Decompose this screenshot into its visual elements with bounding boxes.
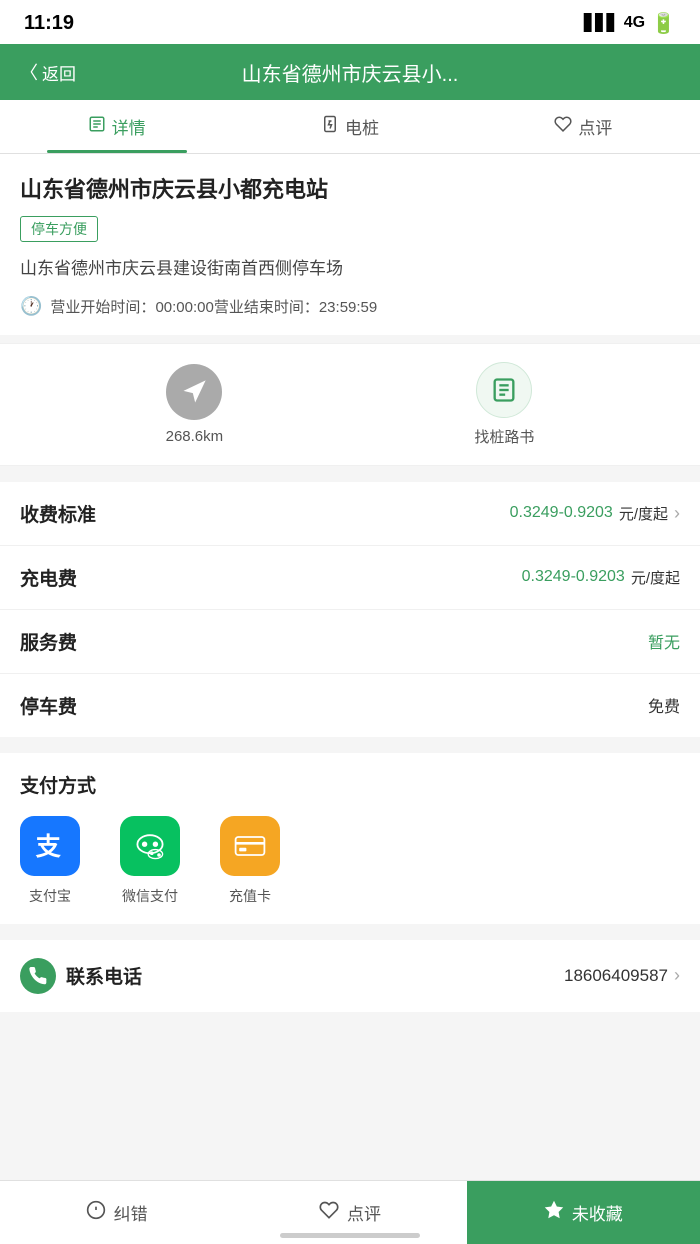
fee-charging-price: 0.3249-0.9203 [522, 568, 625, 586]
payment-wechat: 微信支付 [120, 816, 180, 906]
contact-chevron-icon: › [674, 965, 680, 986]
wechat-label: 微信支付 [122, 886, 178, 906]
station-tag: 停车方便 [20, 216, 98, 242]
back-chevron-icon: 〈 [20, 59, 38, 85]
back-label: 返回 [42, 60, 76, 85]
fee-parking-row: 停车费 免费 [0, 674, 700, 737]
nav-icon-wrap [166, 364, 222, 420]
distance-label: 268.6km [166, 428, 224, 445]
fee-standard-unit: 元/度起 [619, 503, 668, 524]
tab-review[interactable]: 点评 [467, 100, 700, 153]
navigation-button[interactable]: 268.6km [166, 364, 224, 445]
fee-standard-price: 0.3249-0.9203 [510, 504, 613, 522]
route-icon-wrap [476, 362, 532, 418]
network-label: 4G [624, 14, 645, 32]
payment-section: 支付方式 支 支付宝 微信支付 [0, 753, 700, 924]
status-bar: 11:19 ▋▋▋ 4G 🔋 [0, 0, 700, 44]
payment-title: 支付方式 [20, 771, 680, 798]
svg-text:支: 支 [36, 833, 62, 861]
fee-charging-row: 充电费 0.3249-0.9203 元/度起 [0, 546, 700, 610]
fee-charging-unit: 元/度起 [631, 567, 680, 588]
collect-label: 未收藏 [572, 1200, 623, 1225]
tab-detail-label: 详情 [112, 114, 146, 139]
collect-button[interactable]: 未收藏 [467, 1181, 700, 1244]
fee-service-row: 服务费 暂无 [0, 610, 700, 674]
payment-methods: 支 支付宝 微信支付 [20, 816, 680, 906]
tab-bar: 详情 电桩 点评 [0, 100, 700, 154]
action-row: 268.6km 找桩路书 [0, 343, 700, 466]
bottom-spacer [0, 1020, 700, 1100]
phone-icon [20, 958, 56, 994]
battery-icon: 🔋 [651, 11, 676, 36]
fee-parking-label: 停车费 [20, 692, 77, 719]
star-icon [544, 1200, 564, 1225]
fee-standard-row[interactable]: 收费标准 0.3249-0.9203 元/度起 › [0, 482, 700, 546]
card-label: 充值卡 [229, 886, 271, 906]
tab-charger-icon [321, 115, 339, 138]
hours-text: 营业开始时间：00:00:00营业结束时间：23:59:59 [50, 296, 377, 317]
route-book-button[interactable]: 找桩路书 [474, 362, 534, 447]
alipay-icon: 支 [20, 816, 80, 876]
fee-standard-label: 收费标准 [20, 500, 96, 527]
fee-section: 收费标准 0.3249-0.9203 元/度起 › 充电费 0.3249-0.9… [0, 482, 700, 737]
contact-left: 联系电话 [20, 958, 142, 994]
payment-alipay: 支 支付宝 [20, 816, 80, 906]
station-name: 山东省德州市庆云县小都充电站 [20, 172, 680, 204]
tab-review-label: 点评 [578, 114, 612, 139]
route-label: 找桩路书 [474, 426, 534, 447]
tab-review-icon [554, 115, 572, 138]
separator-2 [0, 745, 700, 753]
card-icon [220, 816, 280, 876]
phone-number: 18606409587 [564, 966, 668, 986]
contact-section[interactable]: 联系电话 18606409587 › [0, 940, 700, 1012]
home-indicator [280, 1233, 420, 1238]
tab-detail-icon [88, 115, 106, 138]
fee-standard-chevron-icon: › [674, 503, 680, 524]
contact-label: 联系电话 [66, 962, 142, 989]
signal-icon: ▋▋▋ [584, 13, 618, 33]
error-icon [86, 1200, 106, 1225]
payment-card: 充值卡 [220, 816, 280, 906]
contact-phone: 18606409587 › [564, 965, 680, 986]
fee-parking-value: 免费 [648, 693, 680, 717]
back-button[interactable]: 〈 返回 [20, 59, 100, 85]
fee-charging-value: 0.3249-0.9203 元/度起 [522, 567, 680, 588]
status-time: 11:19 [24, 12, 74, 35]
tab-charger-label: 电桩 [345, 114, 379, 139]
fee-service-amount: 暂无 [648, 629, 680, 653]
separator-1 [0, 474, 700, 482]
error-label: 纠错 [114, 1200, 148, 1225]
separator-3 [0, 932, 700, 940]
fee-standard-value: 0.3249-0.9203 元/度起 › [510, 503, 680, 524]
clock-icon: 🕐 [20, 296, 42, 317]
fee-service-value: 暂无 [648, 629, 680, 653]
alipay-label: 支付宝 [29, 886, 71, 906]
business-hours: 🕐 营业开始时间：00:00:00营业结束时间：23:59:59 [20, 296, 680, 317]
fee-service-label: 服务费 [20, 628, 77, 655]
fee-charging-label: 充电费 [20, 564, 77, 591]
nav-title: 山东省德州市庆云县小... [100, 58, 600, 87]
station-info-section: 山东省德州市庆云县小都充电站 停车方便 山东省德州市庆云县建设街南首西侧停车场 … [0, 154, 700, 335]
wechat-icon [120, 816, 180, 876]
tab-charger[interactable]: 电桩 [233, 100, 466, 153]
status-icons: ▋▋▋ 4G 🔋 [584, 11, 676, 36]
station-address: 山东省德州市庆云县建设街南首西侧停车场 [20, 256, 680, 282]
error-report-button[interactable]: 纠错 [0, 1181, 233, 1244]
review-icon [319, 1200, 339, 1225]
review-label: 点评 [347, 1200, 381, 1225]
tab-detail[interactable]: 详情 [0, 100, 233, 153]
nav-bar: 〈 返回 山东省德州市庆云县小... [0, 44, 700, 100]
fee-parking-amount: 免费 [648, 693, 680, 717]
